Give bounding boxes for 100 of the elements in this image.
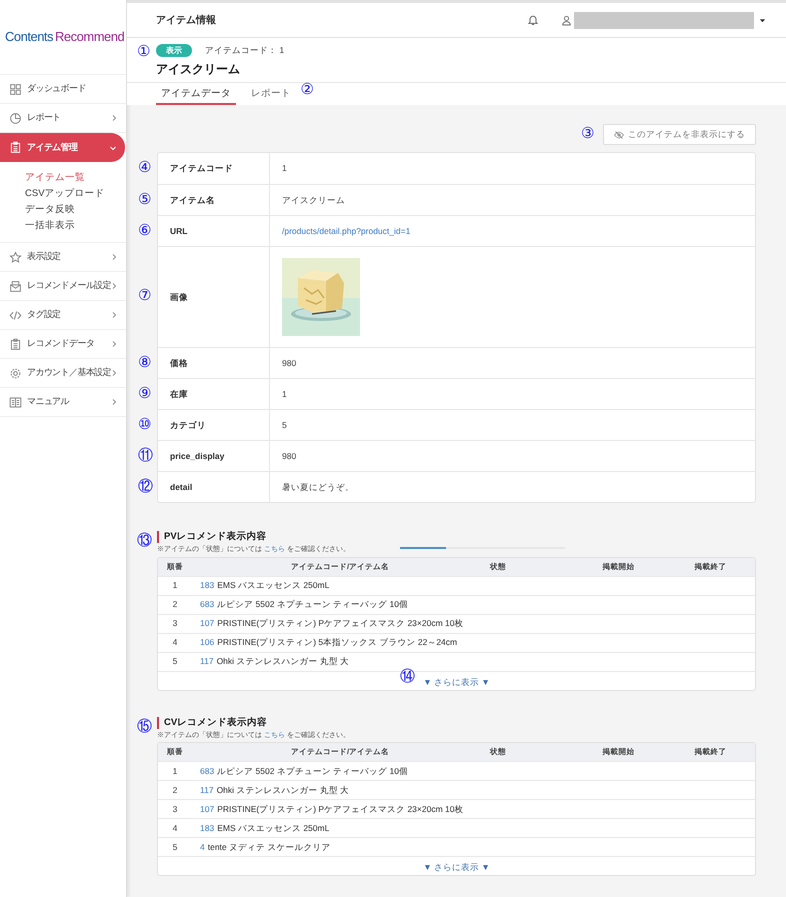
user-icon (561, 14, 572, 26)
clipboard-icon (9, 338, 22, 350)
tab[interactable]: アイテムデータ (156, 85, 236, 105)
annotation-number: ⑭ (400, 668, 416, 684)
field-label: カテゴリ (170, 418, 206, 432)
annotation-number: ① (137, 44, 150, 59)
chevron-right-icon (110, 398, 118, 406)
field-label: アイテム名 (170, 194, 215, 206)
item-name-cell: Ohki ステンレスハンガー 丸型 大 (216, 655, 350, 668)
annotation-number: ⑤ (138, 192, 152, 207)
logo-text: Contents (5, 28, 54, 46)
rank-cell-text: 2 (172, 784, 178, 796)
tab[interactable]: レポート (246, 85, 296, 105)
nav-subitem[interactable]: アイテム一覧 (25, 170, 126, 186)
book-icon (9, 396, 22, 408)
url-link[interactable]: /products/detail.php?product_id=1 (282, 224, 410, 238)
item-code-link[interactable]: 106 (200, 636, 214, 649)
annotation-number: ⑧ (138, 355, 152, 370)
item-code-link[interactable]: 107 (200, 802, 214, 816)
chevron-right-icon (110, 114, 118, 122)
logo-text: Recommend (55, 28, 124, 46)
nav-item[interactable]: レコメンドメール設定 (0, 272, 126, 301)
caret-down-icon (759, 16, 766, 24)
nav-item[interactable]: ダッシュボード (0, 75, 126, 104)
field-value: 5 (282, 418, 287, 432)
rank-cell-text: 4 (172, 822, 178, 834)
rank-cell-text: 1 (172, 579, 178, 592)
item-code-link[interactable]: 683 (200, 598, 214, 611)
hide-item-button[interactable]: このアイテムを非表示にする (603, 124, 756, 145)
item-code-link[interactable]: 107 (200, 617, 214, 630)
item-name-cell: tente ヌディテ スケールクリア (208, 840, 330, 854)
item-code-link[interactable]: 4 (200, 840, 205, 854)
rank-cell-text: 2 (172, 598, 178, 611)
rank-cell-text: 3 (172, 617, 178, 630)
item-name-cell: PRISTINE(プリスティン) 5本指ソックス ブラウン 22～24cm (217, 636, 458, 649)
item-name-cell: EMS バスエッセンス 250mL (217, 579, 330, 592)
clipboard-icon (9, 141, 22, 154)
field-value: 1 (282, 162, 287, 175)
field-label: 価格 (170, 356, 188, 370)
gear-icon (9, 366, 22, 380)
item-name: アイスクリーム (156, 61, 240, 78)
status-badge: 表示 (156, 44, 192, 57)
item-code-link[interactable]: 117 (200, 655, 214, 668)
annotation-number: ⑥ (138, 223, 152, 238)
nav-item[interactable]: タグ設定 (0, 301, 126, 330)
chevron-right-icon (110, 369, 118, 377)
item-code-link[interactable]: 683 (200, 764, 214, 778)
chevron-right-icon (110, 282, 118, 290)
nav-subitem[interactable]: 一括非表示 (25, 218, 126, 234)
nav-item[interactable]: 表示設定 (0, 243, 126, 272)
rank-cell-text: 5 (172, 840, 178, 854)
grid-icon (9, 82, 22, 96)
item-code-link[interactable]: 183 (200, 822, 214, 834)
field-label: price_display (170, 450, 224, 462)
show-more-link[interactable]: ▼ さらに表示 ▼ (423, 676, 490, 688)
envelope-icon (9, 280, 22, 292)
bell-icon (527, 14, 539, 26)
chevron-down-icon (109, 144, 117, 152)
annotation-number: ⑫ (138, 479, 153, 494)
section-title: CVレコメンド表示内容 (157, 716, 268, 728)
field-value: 980 (282, 356, 296, 370)
field-value: 1 (282, 388, 287, 400)
item-name-cell: PRISTINE(プリスティン) Pケアフェイスマスク 23×20cm 10枚 (217, 802, 464, 816)
show-more-link[interactable]: ▼ さらに表示 ▼ (423, 861, 490, 874)
field-label: detail (170, 480, 192, 494)
annotation-number: ⑦ (138, 288, 152, 303)
eye-slash-icon (614, 130, 624, 140)
annotation-number: ③ (581, 126, 594, 141)
item-code-label: アイテムコード： 1 (205, 44, 284, 57)
nav-subitem[interactable]: CSVアップロード (25, 186, 126, 202)
rank-cell-text: 3 (172, 802, 178, 816)
nav-item[interactable]: レコメンドデータ (0, 330, 126, 359)
field-value: アイスクリーム (282, 194, 345, 206)
field-value: 暑い夏にどうぞ。 (282, 480, 354, 494)
nav-item[interactable]: アイテム管理 (0, 133, 125, 162)
rank-cell-text: 4 (172, 636, 178, 649)
field-label: アイテムコード (170, 162, 233, 175)
star-icon (9, 250, 22, 264)
nav-item[interactable]: マニュアル (0, 388, 126, 417)
pie-chart-icon (9, 112, 22, 124)
item-name-cell: ルピシア 5502 ネプチューン ティーバッグ 10個 (217, 764, 408, 778)
field-value: 980 (282, 450, 296, 462)
annotation-number: ② (300, 82, 314, 97)
nav-subitem[interactable]: データ反映 (25, 202, 126, 218)
annotation-number: ⑮ (137, 718, 152, 734)
field-label: 画像 (170, 290, 188, 304)
item-name-cell: PRISTINE(プリスティン) Pケアフェイスマスク 23×20cm 10枚 (217, 617, 464, 630)
rank-cell-text: 1 (172, 764, 178, 778)
item-name-cell: EMS バスエッセンス 250mL (217, 822, 330, 834)
chevron-right-icon (110, 311, 118, 319)
annotation-number: ⑨ (138, 386, 152, 401)
field-label: 在庫 (170, 388, 188, 400)
annotation-number: ④ (138, 160, 152, 175)
nav-item[interactable]: アカウント／基本設定 (0, 359, 126, 388)
item-code-link[interactable]: 117 (200, 784, 214, 796)
field-label: URL (170, 224, 188, 238)
rank-cell-text: 5 (172, 655, 178, 668)
item-name-cell: ルピシア 5502 ネプチューン ティーバッグ 10個 (217, 598, 408, 611)
annotation-number: ⑩ (138, 417, 152, 432)
item-code-link[interactable]: 183 (200, 579, 214, 592)
